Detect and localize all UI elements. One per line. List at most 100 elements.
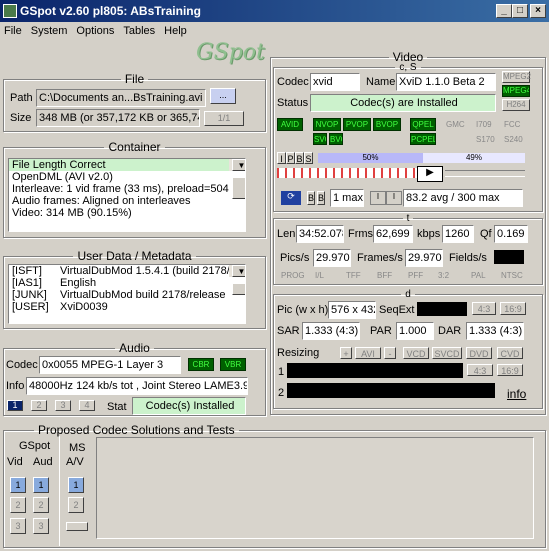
scroll-thumb[interactable] — [232, 177, 245, 199]
size-field[interactable]: 348 MB (or 357,172 KB or 365,74 — [36, 109, 200, 127]
frame-p: P — [286, 152, 295, 164]
close-button[interactable]: × — [530, 4, 546, 18]
metadata-key: [IAS1] — [12, 277, 42, 289]
position-track[interactable] — [445, 170, 525, 177]
resize-plus[interactable]: + — [340, 347, 352, 359]
audio-codec-label: Codec — [6, 359, 38, 371]
metadata-list[interactable]: [ISFT] VirtualDubMod 1.5.4.1 (build 2178/… — [8, 264, 246, 324]
dar-field[interactable]: 1.333 (4:3) — [466, 322, 524, 340]
audio-track-4[interactable]: 4 — [79, 400, 95, 411]
bframe-max-field[interactable]: 1 max — [330, 189, 364, 207]
bitrate-field[interactable]: 83.2 avg / 300 max — [403, 189, 523, 207]
refresh-icon[interactable]: ⟳ — [281, 191, 301, 205]
menu-file[interactable]: File — [0, 22, 27, 37]
metadata-legend: User Data / Metadata — [77, 249, 192, 263]
metadata-value: VirtualDubMod build 2178/release — [60, 289, 226, 301]
metadata-value: VirtualDubMod 1.5.4.1 (build 2178/re — [60, 265, 240, 277]
container-legend: Container — [108, 140, 161, 154]
list-item: Interleave: 1 vid frame (33 ms), preload… — [12, 183, 229, 195]
page-indicator[interactable]: 1/1 — [204, 111, 244, 126]
bitrate-graph — [277, 168, 417, 178]
pvop-badge: PVOP — [343, 118, 371, 131]
ms-label: MS — [69, 442, 86, 454]
par-field[interactable]: 1.000 — [396, 322, 434, 340]
vid-solution-3[interactable]: 3 — [10, 518, 26, 534]
menu-system[interactable]: System — [27, 22, 73, 37]
minimize-button[interactable]: _ — [496, 4, 512, 18]
video-codec-field[interactable]: xvid — [310, 73, 360, 91]
audio-stat-field: Codec(s) Installed — [132, 397, 246, 415]
aud-solution-2[interactable]: 2 — [33, 497, 49, 513]
size-label: Size — [10, 112, 32, 124]
ms-solution-1[interactable]: 1 — [68, 477, 84, 493]
seqext-label: SeqExt — [379, 304, 415, 316]
scroll-down-icon[interactable]: ▼ — [232, 265, 245, 277]
ms-solution-2[interactable]: 2 — [68, 497, 84, 513]
vid-label: Vid — [7, 456, 23, 468]
pic-label: Pic (w x h) — [277, 304, 329, 316]
list-item: Audio frames: Aligned on interleaves — [12, 195, 191, 207]
sar-field[interactable]: 1.333 (4:3) — [302, 322, 360, 340]
resize-dvd[interactable]: DVD — [466, 347, 492, 359]
resize-svcd[interactable]: SVCD — [432, 347, 462, 359]
fields-label: Fields/s — [449, 252, 487, 264]
resizing-label: Resizing — [277, 347, 320, 359]
ms-solution-blank[interactable] — [66, 522, 88, 531]
pics-field[interactable]: 29.970 — [313, 249, 351, 267]
menu-tables[interactable]: Tables — [119, 22, 160, 37]
pics-label: Pics/s — [280, 252, 310, 264]
resize-cvd[interactable]: CVD — [497, 347, 523, 359]
resize-ar-4-3[interactable]: 4:3 — [467, 364, 493, 376]
vid-solution-2[interactable]: 2 — [10, 497, 26, 513]
list-item: [ISFT] VirtualDubMod 1.5.4.1 (build 2178/… — [9, 265, 245, 277]
resize-vcd[interactable]: VCD — [403, 347, 429, 359]
video-name-field[interactable]: XviD 1.1.0 Beta 2 — [396, 73, 496, 91]
container-list[interactable]: File Length Correct OpenDML (AVI v2.0) I… — [8, 158, 246, 232]
list-item: [USER] XviD0039 — [9, 301, 245, 313]
aud-label: Aud — [33, 456, 53, 468]
len-field[interactable]: 34:52.078 — [296, 225, 344, 243]
pic-field[interactable]: 576 x 432 — [328, 301, 376, 319]
container-scrollbar[interactable]: ▲ ▼ — [229, 159, 245, 199]
h264-flag: H264 — [502, 99, 530, 111]
bframe-1: B — [307, 191, 315, 205]
metadata-scrollbar[interactable]: ▲ ▼ — [229, 265, 245, 295]
frame-pct-bar-1: 50% — [318, 153, 423, 163]
audio-info-field[interactable]: 48000Hz 124 kb/s tot , Joint Stereo LAME… — [26, 377, 248, 395]
av-label: A/V — [66, 456, 84, 468]
fps-label: Frames/s — [357, 252, 403, 264]
qf-field[interactable]: 0.169 — [494, 225, 528, 243]
ar-16-9[interactable]: 16:9 — [500, 302, 526, 315]
scroll-thumb[interactable] — [232, 283, 245, 295]
path-field[interactable]: C:\Documents an...BsTraining.avi — [36, 89, 206, 107]
aud-solution-3[interactable]: 3 — [33, 518, 49, 534]
browse-button[interactable]: ... — [210, 88, 236, 104]
fps-field[interactable]: 29.970 — [405, 249, 443, 267]
audio-track-3[interactable]: 3 — [55, 400, 71, 411]
video-status-field: Codec(s) are Installed — [310, 94, 496, 112]
app-icon[interactable] — [3, 4, 17, 18]
audio-track-1[interactable]: 1 — [7, 400, 23, 411]
resize-minus[interactable]: - — [384, 347, 396, 359]
resize-avi[interactable]: AVI — [355, 347, 381, 359]
resize-ar-16-9[interactable]: 16:9 — [497, 364, 523, 376]
avid-badge: AVID — [277, 118, 303, 131]
audio-track-2[interactable]: 2 — [31, 400, 47, 411]
kbps-field[interactable]: 1260 — [442, 225, 474, 243]
audio-codec-field[interactable]: 0x0055 MPEG-1 Layer 3 — [39, 356, 181, 374]
list-item: [IAS1] English — [9, 277, 245, 289]
frms-field[interactable]: 62,699 — [373, 225, 413, 243]
metadata-value: XviD0039 — [60, 301, 108, 313]
info-link[interactable]: info — [507, 387, 526, 401]
maximize-button[interactable]: □ — [512, 4, 528, 18]
scroll-down-icon[interactable]: ▼ — [232, 159, 245, 171]
bframe-2: B — [317, 191, 325, 205]
vid-solution-1[interactable]: 1 — [10, 477, 26, 493]
aud-solution-1[interactable]: 1 — [33, 477, 49, 493]
menu-options[interactable]: Options — [72, 22, 119, 37]
ar-4-3[interactable]: 4:3 — [472, 302, 496, 315]
menu-help[interactable]: Help — [160, 22, 192, 37]
audio-info-label: Info — [6, 380, 25, 392]
play-icon[interactable]: ▶ — [417, 166, 443, 182]
pcpel-badge: PCPEL — [410, 133, 436, 145]
